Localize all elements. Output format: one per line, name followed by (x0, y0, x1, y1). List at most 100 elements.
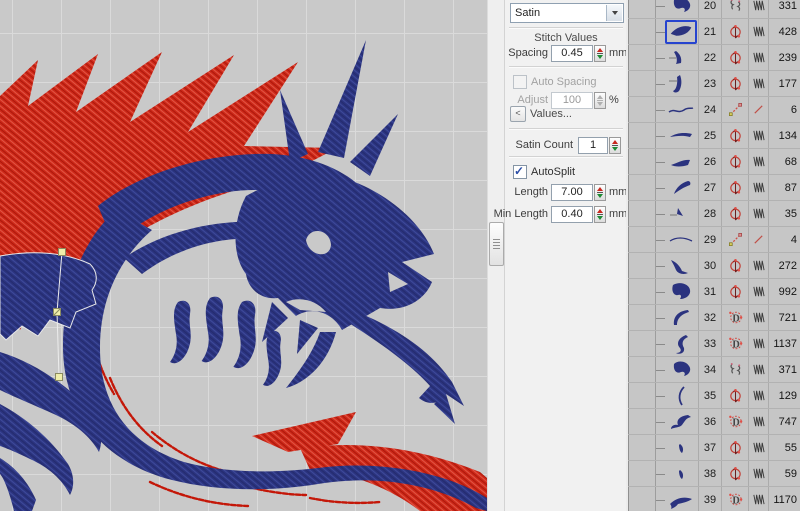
object-row-20[interactable]: 20331 (628, 0, 800, 19)
object-thumbnail[interactable] (656, 201, 699, 226)
spacing-spinner[interactable] (594, 45, 606, 62)
object-row-37[interactable]: 3755 (628, 435, 800, 461)
object-thumbnail[interactable] (656, 435, 699, 460)
satin-column-icon (722, 19, 749, 44)
values-collapse-button[interactable]: < (510, 106, 526, 122)
object-thumbnail[interactable] (656, 253, 699, 278)
dragon-design-artwork[interactable] (0, 0, 487, 511)
svg-text:D: D (732, 495, 739, 506)
divider (509, 156, 623, 157)
object-number: 25 (699, 123, 722, 148)
object-thumbnail[interactable] (656, 19, 699, 44)
object-row-27[interactable]: 2787 (628, 175, 800, 201)
object-row-23[interactable]: 23177 (628, 71, 800, 97)
object-number: 31 (699, 279, 722, 304)
object-row-32[interactable]: 32D721 (628, 305, 800, 331)
object-thumbnail[interactable] (656, 227, 699, 252)
object-thumbnail[interactable] (656, 461, 699, 486)
adjust-label: Adjust (505, 94, 548, 106)
stitch-count: 177 (769, 71, 800, 96)
object-row-21[interactable]: 21428 (628, 19, 800, 45)
stitch-count: 371 (769, 357, 800, 382)
list-gutter (628, 383, 656, 408)
object-thumbnail[interactable] (656, 97, 699, 122)
zigzag-stitch-icon (749, 45, 769, 70)
object-row-29[interactable]: 294 (628, 227, 800, 253)
satin-column-icon (722, 175, 749, 200)
length-unit: mm (609, 186, 627, 198)
object-number: 22 (699, 45, 722, 70)
spacing-label: Spacing (505, 47, 548, 59)
autosplit-checkbox[interactable] (513, 165, 527, 179)
spacing-input[interactable]: 0.45 (551, 45, 593, 62)
object-row-34[interactable]: 34371 (628, 357, 800, 383)
length-input[interactable]: 7.00 (551, 184, 593, 201)
stitch-count: 6 (769, 97, 800, 122)
zigzag-stitch-icon (749, 383, 769, 408)
min-length-spinner[interactable] (594, 206, 606, 223)
selection-handle[interactable] (59, 249, 66, 256)
zigzag-stitch-icon (749, 175, 769, 200)
object-row-36[interactable]: 36D747 (628, 409, 800, 435)
object-thumbnail[interactable] (656, 175, 699, 200)
object-row-38[interactable]: 3859 (628, 461, 800, 487)
object-thumbnail[interactable] (656, 279, 699, 304)
list-gutter (628, 0, 656, 18)
selection-handle[interactable] (56, 374, 63, 381)
object-thumbnail[interactable] (656, 305, 699, 330)
object-thumbnail[interactable] (656, 149, 699, 174)
object-number: 30 (699, 253, 722, 278)
object-thumbnail[interactable] (656, 123, 699, 148)
splitter-grip-handle[interactable] (489, 222, 504, 266)
list-gutter (628, 487, 656, 511)
object-thumbnail[interactable] (656, 0, 699, 18)
object-row-28[interactable]: 2835 (628, 201, 800, 227)
length-row: Length 7.00 mm (505, 184, 627, 201)
object-row-35[interactable]: 35129 (628, 383, 800, 409)
satin-count-row: Satin Count 1 (505, 137, 627, 154)
design-canvas[interactable] (0, 0, 487, 511)
object-row-31[interactable]: 31 992 (628, 279, 800, 305)
satin-count-label: Satin Count (505, 139, 573, 151)
stitch-count: 331 (769, 0, 800, 18)
list-gutter (628, 97, 656, 122)
object-thumbnail[interactable] (656, 409, 699, 434)
object-thumbnail[interactable] (656, 45, 699, 70)
object-row-22[interactable]: 22239 (628, 45, 800, 71)
object-row-39[interactable]: 39D1170 (628, 487, 800, 511)
panel-splitter[interactable] (487, 0, 505, 511)
list-gutter (628, 305, 656, 330)
object-thumbnail[interactable] (656, 487, 699, 511)
zigzag-stitch-icon (749, 253, 769, 278)
zigzag-stitch-icon (749, 201, 769, 226)
object-thumbnail[interactable] (656, 357, 699, 382)
values-label[interactable]: Values... (530, 108, 572, 120)
object-thumbnail[interactable] (656, 331, 699, 356)
zigzag-stitch-icon (749, 409, 769, 434)
object-row-33[interactable]: 33D1137 (628, 331, 800, 357)
length-spinner[interactable] (594, 184, 606, 201)
satin-count-input[interactable]: 1 (578, 137, 608, 154)
object-row-30[interactable]: 30 272 (628, 253, 800, 279)
svg-text:D: D (732, 417, 739, 428)
object-row-26[interactable]: 2668 (628, 149, 800, 175)
object-row-24[interactable]: 246 (628, 97, 800, 123)
pattern-fill-icon (722, 357, 749, 382)
object-list[interactable]: 2033121428222392317724625134266827872835… (626, 0, 800, 511)
zigzag-stitch-icon (749, 331, 769, 356)
stitch-count: 272 (769, 253, 800, 278)
satin-column-icon (722, 253, 749, 278)
stitch-count: 992 (769, 279, 800, 304)
object-number: 35 (699, 383, 722, 408)
dropdown-button[interactable] (606, 5, 622, 21)
zigzag-stitch-icon (749, 149, 769, 174)
stitch-type-select[interactable]: Satin (510, 3, 624, 23)
satin-count-spinner[interactable] (609, 137, 621, 154)
object-thumbnail[interactable] (656, 71, 699, 96)
object-row-25[interactable]: 25134 (628, 123, 800, 149)
auto-spacing-checkbox[interactable] (513, 75, 527, 89)
auto-split-row: AutoSplit (505, 164, 627, 181)
satin-column-icon (722, 123, 749, 148)
object-thumbnail[interactable] (656, 383, 699, 408)
min-length-input[interactable]: 0.40 (551, 206, 593, 223)
